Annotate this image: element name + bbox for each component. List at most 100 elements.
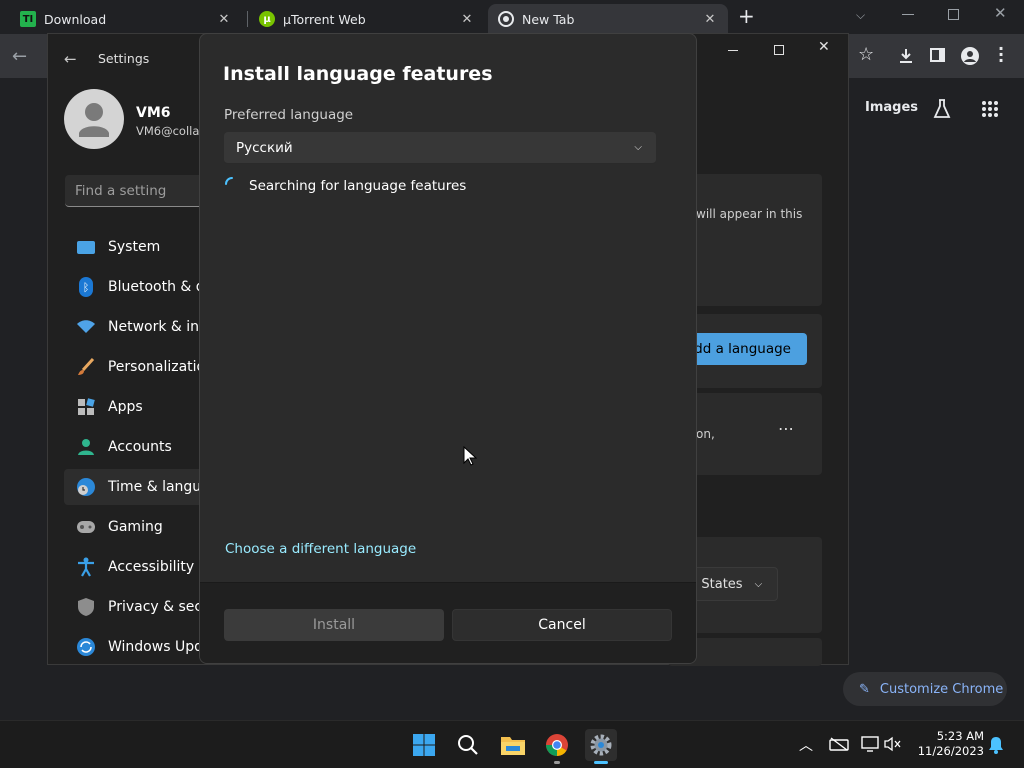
clock-time: 5:23 AM <box>936 729 984 743</box>
close-tab-icon[interactable]: ✕ <box>702 12 718 27</box>
browser-tab-strip: TI Download ✕ µ µTorrent Web ✕ New Tab ✕… <box>0 0 1024 34</box>
running-indicator <box>554 761 560 764</box>
dialog-title: Install language features <box>223 63 493 85</box>
nav-label: Accessibility <box>108 559 195 575</box>
user-avatar <box>64 89 124 149</box>
cancel-button[interactable]: Cancel <box>452 609 672 641</box>
clock-date: 11/26/2023 <box>917 744 984 758</box>
start-windows-icon[interactable] <box>408 729 440 761</box>
tab-download[interactable]: TI Download ✕ <box>10 4 242 34</box>
chrome-taskbar-icon[interactable] <box>541 729 573 764</box>
nav-label: Apps <box>108 399 143 415</box>
chevron-down-icon: ⌵ <box>754 578 763 590</box>
chevron-up-icon[interactable]: ︿ <box>799 735 813 755</box>
images-link[interactable]: Images <box>865 100 918 115</box>
network-icon <box>74 315 98 339</box>
find-setting-input[interactable]: Find a setting <box>65 175 205 207</box>
nav-label: Time & langua <box>108 479 210 495</box>
nav-label: Gaming <box>108 519 163 535</box>
tab-title: Download <box>44 11 107 27</box>
nav-label: Bluetooth & de <box>108 279 214 295</box>
nav-network[interactable]: Network & inte <box>64 309 214 345</box>
customize-chrome-button[interactable]: ✎ Customize Chrome <box>843 672 1007 706</box>
taskbar-clock[interactable]: 5:23 AM 11/26/2023 <box>916 729 984 759</box>
bookmark-star-icon[interactable]: ☆ <box>858 44 874 65</box>
apps-grid-icon[interactable] <box>981 100 999 118</box>
nav-system[interactable]: System <box>64 229 214 265</box>
nav-accessibility[interactable]: Accessibility <box>64 549 214 585</box>
settings-taskbar-icon[interactable] <box>585 729 617 764</box>
download-icon[interactable] <box>897 47 915 65</box>
labs-flask-icon[interactable] <box>932 98 952 120</box>
tab-new-tab[interactable]: New Tab ✕ <box>488 4 728 34</box>
more-options-icon[interactable]: ⋯ <box>778 419 795 438</box>
nav-personalization[interactable]: Personalization <box>64 349 214 385</box>
settings-back-icon[interactable]: ← <box>64 50 77 68</box>
gaming-icon <box>74 515 98 539</box>
tab-divider <box>247 11 248 27</box>
nav-bluetooth[interactable]: ᛒ Bluetooth & de <box>64 269 214 305</box>
user-email: VM6@collal <box>136 124 200 138</box>
nav-label: Privacy & secu <box>108 599 211 615</box>
settings-minimize-icon[interactable] <box>728 50 738 51</box>
accounts-icon <box>74 435 98 459</box>
close-tab-icon[interactable]: ✕ <box>216 12 232 27</box>
mouse-cursor-icon <box>463 446 477 466</box>
selected-language: Русский <box>236 139 293 156</box>
dialog-footer: Install Cancel <box>200 582 696 663</box>
notification-bell-icon[interactable] <box>988 736 1004 754</box>
chrome-menu-dots-icon[interactable]: · · · <box>998 41 1004 69</box>
download-favicon-icon: TI <box>20 11 36 27</box>
region-value: d States <box>689 576 743 592</box>
file-explorer-icon[interactable] <box>497 729 529 761</box>
chevron-down-icon: ⌵ <box>634 142 642 153</box>
nav-gaming[interactable]: Gaming <box>64 509 214 545</box>
nav-label: Network & inte <box>108 319 214 335</box>
back-arrow-icon[interactable]: ← <box>12 46 27 67</box>
profile-avatar-icon[interactable] <box>960 46 980 66</box>
nav-privacy-security[interactable]: Privacy & secu <box>64 589 214 625</box>
network-disconnected-icon[interactable] <box>829 737 849 751</box>
nav-label: Windows Upda <box>108 639 212 655</box>
utorrent-favicon-icon: µ <box>259 11 275 27</box>
tab-title: New Tab <box>522 11 575 27</box>
install-button[interactable]: Install <box>224 609 444 641</box>
tab-utorrent[interactable]: µ µTorrent Web ✕ <box>249 4 485 34</box>
nav-apps[interactable]: Apps <box>64 389 214 425</box>
search-icon[interactable] <box>452 729 484 761</box>
nav-time-language[interactable]: Time & langua <box>64 469 214 505</box>
nav-windows-update[interactable]: Windows Upda <box>64 629 214 665</box>
system-icon <box>74 235 98 259</box>
nav-label: Accounts <box>108 439 172 455</box>
volume-muted-icon[interactable] <box>883 736 901 752</box>
time-language-icon <box>74 475 98 499</box>
new-tab-plus-icon[interactable]: + <box>738 6 758 26</box>
install-language-dialog: Install language features Preferred lang… <box>199 33 697 664</box>
shield-icon <box>74 595 98 619</box>
language-dropdown[interactable]: Русский ⌵ <box>224 132 656 164</box>
settings-title: Settings <box>98 51 150 66</box>
chrome-favicon-icon <box>498 11 514 27</box>
settings-close-icon[interactable]: ✕ <box>818 39 830 55</box>
pencil-icon: ✎ <box>859 681 870 697</box>
display-icon[interactable] <box>861 736 879 752</box>
tab-search-chevron-icon[interactable]: ⌵ <box>856 8 865 23</box>
bluetooth-icon: ᛒ <box>74 275 98 299</box>
apps-icon <box>74 395 98 419</box>
choose-different-language-link[interactable]: Choose a different language <box>225 541 416 557</box>
active-indicator <box>594 761 608 764</box>
accessibility-icon <box>74 555 98 579</box>
close-window-icon[interactable]: ✕ <box>994 4 1007 22</box>
restore-icon[interactable] <box>948 9 959 20</box>
minimize-icon[interactable] <box>902 6 916 20</box>
close-tab-icon[interactable]: ✕ <box>459 12 475 27</box>
nav-accounts[interactable]: Accounts <box>64 429 214 465</box>
side-panel-icon[interactable] <box>930 48 945 62</box>
user-name: VM6 <box>136 105 171 121</box>
language-info-text: will appear in this <box>696 207 803 221</box>
update-icon <box>74 635 98 659</box>
language-item-text: on, <box>696 427 715 441</box>
windows-taskbar: ︿ 5:23 AM 11/26/2023 <box>0 720 1024 768</box>
settings-maximize-icon[interactable] <box>774 45 784 55</box>
nav-label: System <box>108 239 161 255</box>
